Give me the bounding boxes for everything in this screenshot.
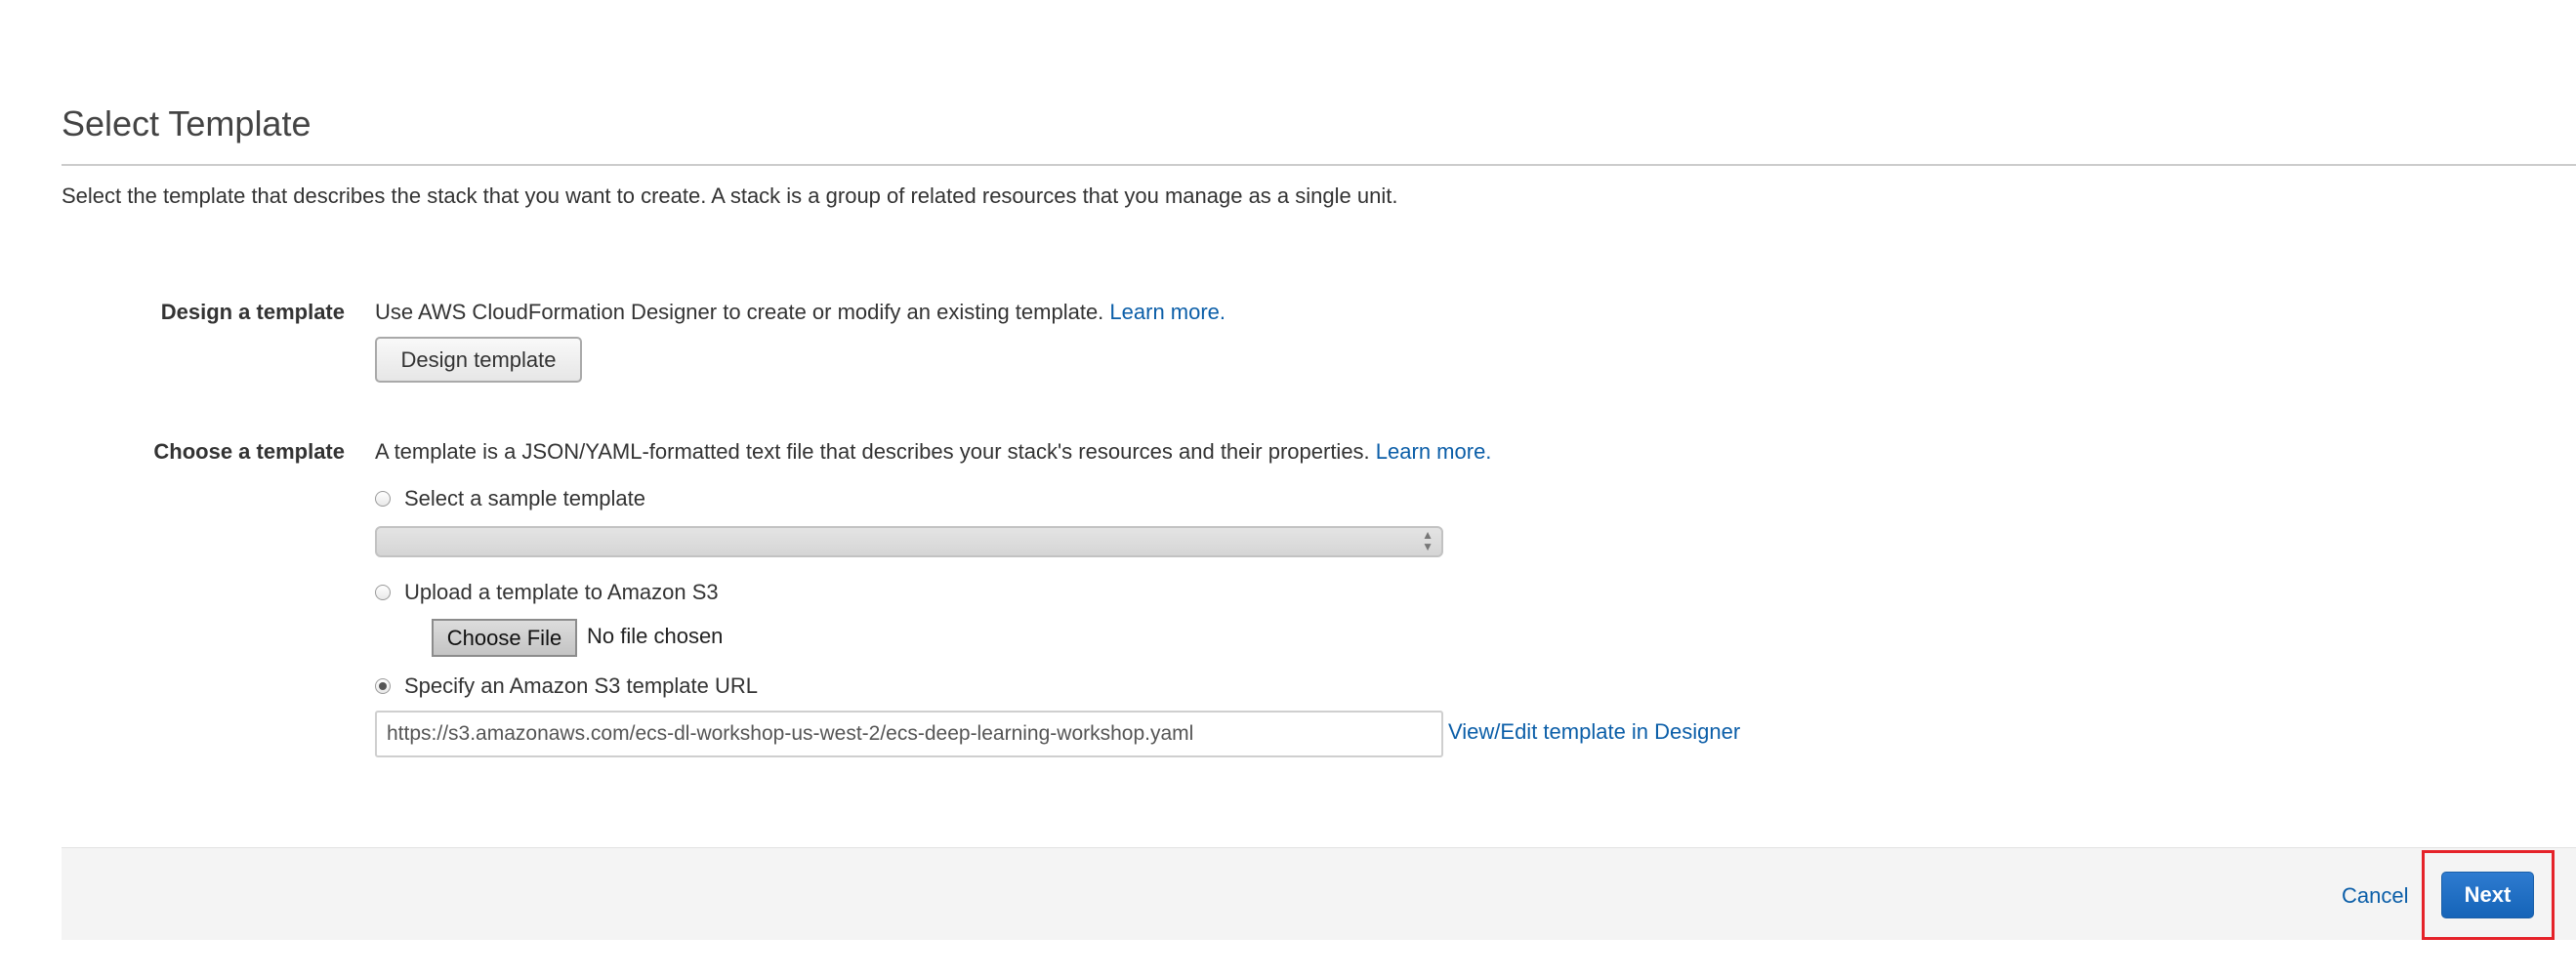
upload-template-radio[interactable] <box>375 585 391 600</box>
choose-template-description: A template is a JSON/YAML-formatted text… <box>375 439 1491 465</box>
next-button[interactable]: Next <box>2441 872 2534 918</box>
view-edit-designer-link[interactable]: View/Edit template in Designer <box>1448 719 1740 745</box>
design-template-button[interactable]: Design template <box>375 337 582 383</box>
s3-url-option[interactable]: Specify an Amazon S3 template URL <box>375 673 758 699</box>
s3-url-radio[interactable] <box>375 678 391 694</box>
cancel-link[interactable]: Cancel <box>2342 883 2408 909</box>
design-learn-more-link[interactable]: Learn more. <box>1109 300 1226 324</box>
choose-template-description-text: A template is a JSON/YAML-formatted text… <box>375 439 1376 464</box>
page-title: Select Template <box>62 103 312 143</box>
choose-template-label: Choose a template <box>153 439 345 464</box>
choose-learn-more-link[interactable]: Learn more. <box>1376 439 1492 464</box>
design-template-label: Design a template <box>160 300 345 324</box>
select-arrows-icon: ▲ ▼ <box>1422 528 1433 553</box>
sample-template-select[interactable]: ▲ ▼ <box>375 526 1443 557</box>
design-template-description-text: Use AWS CloudFormation Designer to creat… <box>375 300 1110 324</box>
s3-url-input[interactable] <box>375 711 1443 757</box>
s3-url-radio-label: Specify an Amazon S3 template URL <box>404 673 758 698</box>
select-template-page: Select Template Select the template that… <box>0 0 2576 978</box>
choose-file-button[interactable]: Choose File <box>432 619 577 657</box>
file-status-text: No file chosen <box>587 624 724 648</box>
sample-template-radio-label: Select a sample template <box>404 486 646 510</box>
sample-template-radio[interactable] <box>375 491 391 507</box>
design-template-description: Use AWS CloudFormation Designer to creat… <box>375 300 1226 325</box>
page-intro: Select the template that describes the s… <box>62 183 1398 208</box>
upload-template-radio-label: Upload a template to Amazon S3 <box>404 580 719 604</box>
title-divider <box>62 164 2576 166</box>
upload-template-option[interactable]: Upload a template to Amazon S3 <box>375 580 719 605</box>
wizard-footer <box>62 847 2576 940</box>
sample-template-option[interactable]: Select a sample template <box>375 486 645 511</box>
